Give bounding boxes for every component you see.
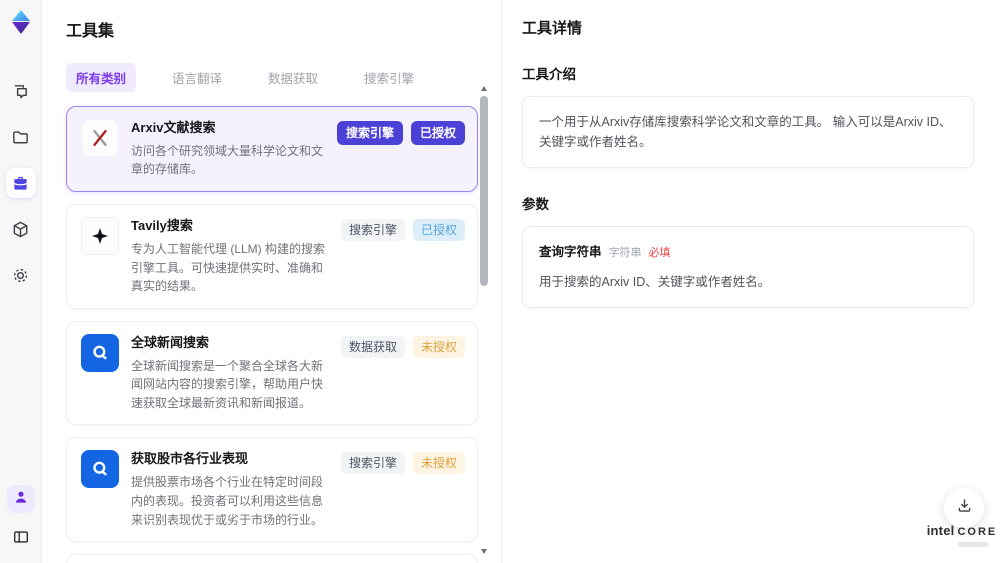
intel-core-logo: intel CORE — [924, 522, 1000, 547]
tool-card[interactable]: Arxiv文献搜索 访问各个研究领域大量科学论文和文章的存储库。 搜索引擎 已授… — [66, 106, 478, 193]
intel-wordmark: intel — [926, 523, 955, 538]
tool-name: 获取股市各行业表现 — [131, 451, 249, 467]
tab-search-engine[interactable]: 搜索引擎 — [354, 63, 424, 92]
tool-card[interactable]: 全球新闻搜索 全球新闻搜索是一个聚合全球各大新闻网站内容的搜索引擎，帮助用户快速… — [66, 320, 478, 426]
scroll-down-icon[interactable] — [481, 549, 487, 554]
param-head: 查询字符串 字符串 必填 — [539, 242, 957, 263]
auth-badge: 已授权 — [410, 121, 465, 145]
auth-badge: 已授权 — [412, 219, 465, 242]
tool-tags: 搜索引擎 未授权 — [340, 450, 465, 475]
category-tag: 搜索引擎 — [340, 452, 405, 475]
tool-description: 提供股票市场各个行业在特定时间段内的表现。投资者可以利用这些信息来识别表现优于或… — [131, 475, 324, 527]
person-icon — [13, 489, 29, 510]
param-type: 字符串 — [608, 247, 642, 259]
tool-tags: 搜索引擎 已授权 — [336, 119, 465, 145]
param-name: 查询字符串 — [539, 245, 602, 259]
sidebar-item-files[interactable] — [6, 122, 36, 152]
cube-icon — [11, 220, 30, 239]
category-tabs: 所有类别 语言翻译 数据获取 搜索引擎 — [66, 63, 477, 92]
tool-name: Arxiv文献搜索 — [131, 120, 216, 135]
tool-intro-text: 一个用于从Arxiv存储库搜索科学论文和文章的工具。 输入可以是Arxiv ID… — [522, 96, 974, 168]
scroll-up-icon[interactable] — [481, 86, 487, 91]
params-heading: 参数 — [522, 197, 549, 212]
tool-card[interactable]: 获取股市各行业表现 提供股票市场各个行业在特定时间段内的表现。投资者可以利用这些… — [66, 437, 478, 543]
qnews-icon — [81, 333, 119, 372]
download-icon — [956, 497, 973, 519]
tool-detail-panel: 工具详情 工具介绍 一个用于从Arxiv存储库搜索科学论文和文章的工具。 输入可… — [501, 0, 1000, 563]
tavily-icon — [81, 217, 119, 256]
scrollbar-thumb[interactable] — [480, 96, 488, 286]
toolset-panel: 工具集 所有类别 语言翻译 数据获取 搜索引擎 Arxiv文献搜索 访问各个研究… — [42, 0, 501, 563]
collapse-sidebar-button[interactable] — [7, 525, 35, 553]
arxiv-icon — [81, 119, 119, 157]
category-tag: 搜索引擎 — [340, 219, 405, 242]
auth-badge: 未授权 — [412, 452, 465, 475]
folder-icon — [11, 128, 30, 147]
app-window: 工具集 所有类别 语言翻译 数据获取 搜索引擎 Arxiv文献搜索 访问各个研究… — [0, 0, 1000, 563]
tool-card[interactable]: Tavily搜索 专为人工智能代理 (LLM) 构建的搜索引擎工具。可快速提供实… — [66, 204, 478, 309]
user-avatar[interactable] — [6, 485, 35, 513]
tab-data-fetch[interactable]: 数据获取 — [258, 63, 328, 92]
sidebar-item-models[interactable] — [6, 214, 36, 244]
sidebar-item-chat[interactable] — [6, 76, 36, 106]
sidebar-item-settings[interactable] — [6, 260, 36, 290]
intro-heading: 工具介绍 — [522, 67, 576, 82]
tool-list: Arxiv文献搜索 访问各个研究领域大量科学论文和文章的存储库。 搜索引擎 已授… — [66, 106, 478, 563]
tool-name: Tavily搜索 — [131, 218, 193, 234]
auth-badge: 未授权 — [412, 335, 465, 358]
category-tag: 数据获取 — [340, 335, 405, 358]
core-wordmark: CORE — [957, 526, 998, 538]
tool-name: 全球新闻搜索 — [131, 334, 210, 350]
briefcase-icon — [11, 174, 30, 193]
tool-description: 访问各个研究领域大量科学论文和文章的存储库。 — [131, 143, 324, 177]
page-title: 工具集 — [66, 23, 115, 40]
tab-all-categories[interactable]: 所有类别 — [66, 63, 137, 92]
category-tag: 搜索引擎 — [336, 121, 403, 145]
tool-description: 专为人工智能代理 (LLM) 构建的搜索引擎工具。可快速提供实时、准确和真实的结… — [131, 241, 326, 294]
sidebar-item-tools[interactable] — [5, 168, 36, 198]
gear-icon — [11, 266, 30, 285]
qnews-icon — [81, 450, 119, 489]
list-scrollbar[interactable] — [479, 84, 489, 556]
tool-tags: 数据获取 未授权 — [340, 334, 465, 358]
param-required-badge: 必填 — [648, 247, 671, 259]
app-logo-icon — [7, 8, 35, 36]
tab-translation[interactable]: 语言翻译 — [162, 63, 232, 92]
param-card: 查询字符串 字符串 必填 用于搜索的Arxiv ID、关键字或作者姓名。 — [522, 226, 974, 308]
tool-description: 全球新闻搜索是一个聚合全球各大新闻网站内容的搜索引擎，帮助用户快速获取全球最新资… — [131, 358, 324, 410]
panel-layout-icon — [12, 528, 30, 551]
detail-title: 工具详情 — [522, 20, 583, 37]
tool-card[interactable]: 获取市场最活跃股票信息 提供当天交易量最高的股票列表。投资者可以利用这些信息来识… — [66, 554, 478, 563]
param-desc: 用于搜索的Arxiv ID、关键字或作者姓名。 — [539, 274, 771, 289]
sidebar-bottom — [6, 485, 35, 563]
tool-tags: 搜索引擎 已授权 — [340, 217, 465, 242]
sidebar — [0, 0, 42, 563]
intel-logo-subline — [958, 542, 988, 547]
chat-icon — [11, 82, 30, 101]
